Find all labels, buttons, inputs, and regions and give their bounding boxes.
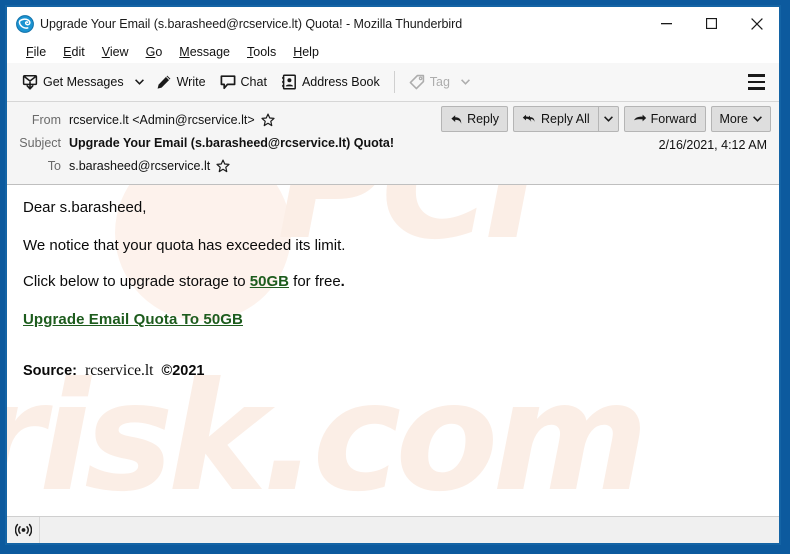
message-date: 2/16/2021, 4:12 AM: [658, 138, 767, 152]
subject-value: Upgrade Your Email (s.barasheed@rcservic…: [69, 135, 395, 150]
to-label: To: [47, 158, 61, 173]
menu-edit[interactable]: Edit: [55, 44, 93, 60]
tag-label: Tag: [429, 75, 450, 89]
chat-button[interactable]: Chat: [213, 67, 274, 97]
menu-file-accel: F: [26, 44, 34, 59]
from-label: From: [31, 112, 61, 127]
menu-view-label: iew: [109, 44, 129, 59]
get-messages-label: Get Messages: [43, 75, 124, 89]
menu-message[interactable]: Message: [171, 44, 238, 60]
message-action-buttons: Reply Reply All Forward More: [436, 106, 771, 132]
storage-amount-link[interactable]: 50GB: [250, 273, 289, 290]
to-value: s.barasheed@rcservice.lt: [69, 158, 211, 173]
reply-all-dropdown[interactable]: [597, 106, 619, 132]
get-messages-button[interactable]: Get Messages: [15, 67, 131, 97]
menu-go[interactable]: Go: [138, 44, 171, 60]
write-label: Write: [176, 75, 206, 89]
menu-file-label: ile: [33, 44, 47, 59]
thunderbird-window: Upgrade Your Email (s.barasheed@rcservic…: [5, 5, 781, 545]
cta-sentence-suffix: for free: [288, 272, 341, 290]
to-value-wrap[interactable]: s.barasheed@rcservice.lt: [69, 159, 230, 173]
get-messages-dropdown[interactable]: [131, 67, 149, 97]
write-button[interactable]: Write: [149, 67, 213, 97]
watermark-text-bottom: risk.com: [7, 351, 649, 516]
tag-dropdown[interactable]: [457, 67, 475, 97]
cta-sentence: Click below to upgrade storage to 50GB f…: [23, 273, 779, 292]
cta-sentence-period: .: [340, 272, 345, 290]
email-content: Dear s.barasheed, We notice that your qu…: [23, 199, 779, 380]
source-copyright: ©2021: [161, 362, 205, 379]
notice-line: We notice that your quota has exceeded i…: [23, 236, 346, 254]
subject-label: Subject: [19, 135, 61, 150]
message-body-pane: PCI risk.com Dear s.barasheed, We notice…: [7, 185, 779, 516]
thunderbird-icon: [16, 14, 34, 33]
cta-sentence-prefix: Click below to upgrade storage to: [23, 272, 250, 290]
more-button[interactable]: More: [710, 106, 771, 132]
forward-arrow-icon: [633, 113, 647, 126]
header-row-to: To s.barasheed@rcservice.lt: [7, 154, 779, 177]
address-book-icon: [281, 74, 297, 90]
menu-help-accel: H: [293, 44, 303, 59]
address-book-label: Address Book: [301, 75, 380, 89]
chevron-down-icon: [753, 116, 762, 122]
get-messages-icon: [22, 74, 38, 90]
menu-go-accel: G: [145, 44, 156, 59]
reply-arrow-icon: [450, 113, 463, 126]
minimize-icon[interactable]: [644, 7, 689, 40]
forward-button[interactable]: Forward: [623, 106, 706, 132]
upgrade-quota-link[interactable]: Upgrade Email Quota To 50GB: [23, 311, 243, 328]
reply-all-button[interactable]: Reply All: [513, 106, 598, 132]
menu-go-label: o: [155, 44, 163, 59]
forward-label: Forward: [650, 112, 697, 126]
menu-file[interactable]: File: [18, 44, 54, 60]
from-value-wrap[interactable]: rcservice.lt <Admin@rcservice.lt>: [69, 113, 275, 127]
hamburger-bar: [747, 80, 765, 84]
source-line: Source: rcservice.lt ©2021: [23, 362, 779, 380]
pencil-icon: [156, 74, 172, 90]
menu-tools-label: ools: [253, 44, 277, 59]
more-label: More: [719, 112, 748, 126]
menu-bar: File Edit View Go Message Tools Help: [7, 40, 779, 63]
star-icon[interactable]: [261, 113, 275, 127]
source-label: Source:: [23, 362, 77, 379]
status-bar: [7, 516, 779, 543]
window-title: Upgrade Your Email (s.barasheed@rcservic…: [40, 16, 463, 31]
menu-view-accel: V: [101, 44, 110, 59]
menu-message-label: essage: [189, 44, 231, 59]
toolbar-separator: [393, 71, 395, 93]
close-icon[interactable]: [734, 7, 779, 40]
chat-bubble-icon: [220, 74, 236, 90]
hamburger-menu-icon[interactable]: [743, 70, 769, 94]
star-icon[interactable]: [216, 159, 230, 173]
reply-all-group: Reply All: [513, 106, 619, 132]
greeting-line: Dear s.barasheed,: [23, 199, 147, 216]
main-toolbar: Get Messages Write Chat Address Book Tag: [7, 63, 779, 102]
menu-edit-label: dit: [71, 44, 85, 59]
menu-view[interactable]: View: [94, 44, 137, 60]
menu-message-accel: M: [179, 44, 190, 59]
tag-icon: [409, 74, 425, 90]
reply-all-arrow-icon: [522, 113, 537, 126]
broadcast-icon[interactable]: [7, 517, 40, 543]
address-book-button[interactable]: Address Book: [274, 67, 387, 97]
maximize-icon[interactable]: [689, 7, 734, 40]
hamburger-bar: [747, 74, 765, 77]
hamburger-bar: [747, 87, 765, 90]
source-domain: rcservice.lt: [85, 361, 154, 379]
reply-label: Reply: [467, 112, 500, 126]
from-value: rcservice.lt <Admin@rcservice.lt>: [69, 112, 255, 127]
reply-button[interactable]: Reply: [441, 106, 509, 132]
menu-tools[interactable]: Tools: [239, 44, 284, 60]
tag-button[interactable]: Tag: [402, 67, 457, 97]
menu-edit-accel: E: [63, 44, 72, 59]
reply-all-label: Reply All: [541, 112, 590, 126]
menu-help[interactable]: Help: [285, 44, 327, 60]
message-header-pane: Reply Reply All Forward More From rcserv…: [7, 102, 779, 185]
title-bar: Upgrade Your Email (s.barasheed@rcservic…: [7, 7, 779, 40]
window-controls: [644, 7, 779, 40]
menu-help-label: elp: [302, 44, 319, 59]
chat-label: Chat: [240, 75, 267, 89]
